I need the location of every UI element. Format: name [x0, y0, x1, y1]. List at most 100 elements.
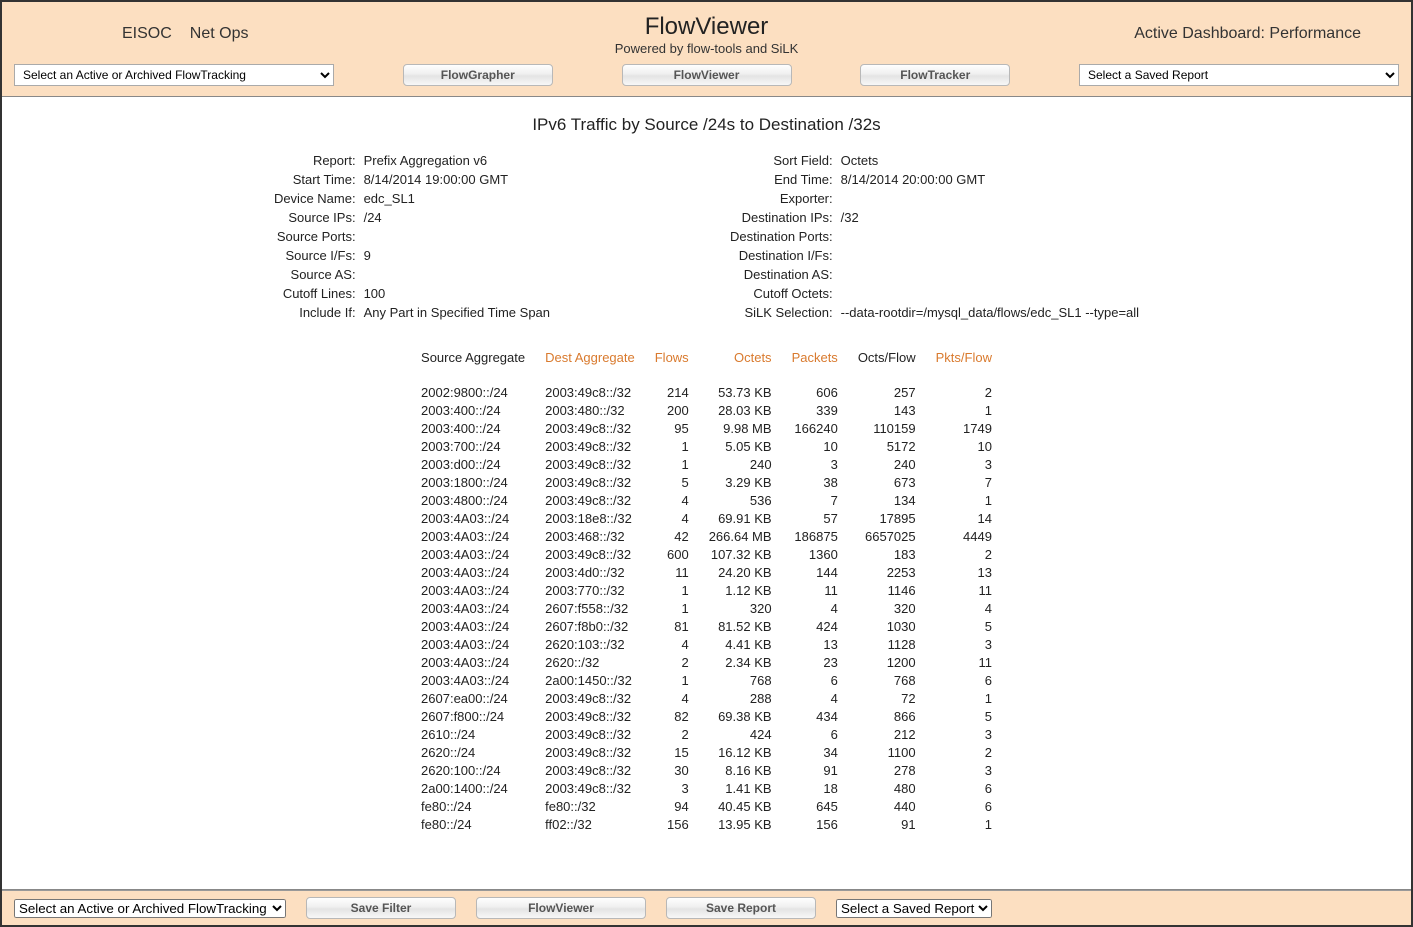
table-cell: 2607:f558::/32	[535, 599, 645, 617]
meta-value: 8/14/2014 19:00:00 GMT	[364, 172, 550, 187]
table-cell: 9.98 MB	[699, 419, 782, 437]
table-row: 2002:9800::/242003:49c8::/3221453.73 KB6…	[411, 383, 1002, 401]
report-meta: Report:Prefix Aggregation v6Start Time:8…	[32, 153, 1381, 320]
table-row: fe80::/24ff02::/3215613.95 KB156911	[411, 815, 1002, 833]
table-cell: 156	[645, 815, 699, 833]
table-cell: 5	[926, 707, 1002, 725]
column-header[interactable]: Octets	[699, 350, 782, 383]
meta-value: 9	[364, 248, 550, 263]
table-cell: 28.03 KB	[699, 401, 782, 419]
table-cell: 69.38 KB	[699, 707, 782, 725]
table-row: 2003:4A03::/242620::/3222.34 KB23120011	[411, 653, 1002, 671]
table-cell: 1	[645, 455, 699, 473]
tracking-select-top[interactable]: Select an Active or Archived FlowTrackin…	[14, 64, 334, 86]
content-scroll[interactable]: IPv6 Traffic by Source /24s to Destinati…	[2, 97, 1411, 889]
header-bar: EISOC Net Ops FlowViewer Powered by flow…	[2, 2, 1411, 58]
table-cell: 18	[782, 779, 848, 797]
table-cell: 278	[848, 761, 926, 779]
table-row: 2003:4A03::/242003:49c8::/32600107.32 KB…	[411, 545, 1002, 563]
table-cell: 94	[645, 797, 699, 815]
nav-link-eisoc[interactable]: EISOC	[122, 25, 172, 43]
save-report-button[interactable]: Save Report	[666, 897, 816, 919]
column-header[interactable]: Flows	[645, 350, 699, 383]
table-cell: 1749	[926, 419, 1002, 437]
table-cell: 69.91 KB	[699, 509, 782, 527]
table-cell: 2003:4A03::/24	[411, 563, 535, 581]
table-row: 2003:400::/242003:480::/3220028.03 KB339…	[411, 401, 1002, 419]
nav-link-netops[interactable]: Net Ops	[190, 25, 249, 43]
table-cell: 3	[782, 455, 848, 473]
table-cell: 3.29 KB	[699, 473, 782, 491]
table-cell: 1.12 KB	[699, 581, 782, 599]
meta-value	[841, 267, 1139, 282]
flowtracker-button[interactable]: FlowTracker	[860, 64, 1010, 86]
table-cell: 4	[782, 599, 848, 617]
table-cell: 53.73 KB	[699, 383, 782, 401]
table-cell: 4	[645, 635, 699, 653]
table-row: 2003:4A03::/242003:468::/3242266.64 MB18…	[411, 527, 1002, 545]
table-cell: 536	[699, 491, 782, 509]
meta-label: Source Ports:	[274, 229, 356, 244]
flowviewer-button-bottom[interactable]: FlowViewer	[476, 897, 646, 919]
table-cell: 4	[782, 689, 848, 707]
tracking-select-bottom[interactable]: Select an Active or Archived FlowTrackin…	[14, 899, 286, 918]
table-cell: 2003:49c8::/32	[535, 419, 645, 437]
report-select-top[interactable]: Select a Saved Report	[1079, 64, 1399, 86]
header-center: FlowViewer Powered by flow-tools and SiL…	[382, 13, 1031, 56]
report-select-bottom[interactable]: Select a Saved Report	[836, 899, 992, 918]
table-cell: 2003:49c8::/32	[535, 383, 645, 401]
table-cell: 2.34 KB	[699, 653, 782, 671]
flowgrapher-button[interactable]: FlowGrapher	[403, 64, 553, 86]
table-cell: 14	[926, 509, 1002, 527]
table-cell: 288	[699, 689, 782, 707]
table-cell: 3	[926, 635, 1002, 653]
table-cell: 23	[782, 653, 848, 671]
table-cell: 2003:4800::/24	[411, 491, 535, 509]
save-filter-button[interactable]: Save Filter	[306, 897, 456, 919]
meta-label: Source IPs:	[274, 210, 356, 225]
table-cell: 866	[848, 707, 926, 725]
table-cell: 2620:100::/24	[411, 761, 535, 779]
meta-label: Start Time:	[274, 172, 356, 187]
meta-value	[841, 286, 1139, 301]
table-row: 2003:4A03::/242607:f8b0::/328181.52 KB42…	[411, 617, 1002, 635]
meta-label: Device Name:	[274, 191, 356, 206]
table-cell: 2003:480::/32	[535, 401, 645, 419]
table-cell: 7	[926, 473, 1002, 491]
table-cell: 1146	[848, 581, 926, 599]
table-cell: fe80::/24	[411, 797, 535, 815]
table-cell: 6	[926, 797, 1002, 815]
table-cell: 2003:49c8::/32	[535, 455, 645, 473]
header-nav-left: EISOC Net Ops	[22, 25, 382, 43]
meta-value	[841, 248, 1139, 263]
table-cell: 5	[926, 617, 1002, 635]
table-cell: fe80::/32	[535, 797, 645, 815]
table-cell: 257	[848, 383, 926, 401]
column-header[interactable]: Packets	[782, 350, 848, 383]
table-cell: 17895	[848, 509, 926, 527]
table-cell: 2003:4A03::/24	[411, 545, 535, 563]
table-cell: 30	[645, 761, 699, 779]
table-cell: 107.32 KB	[699, 545, 782, 563]
table-cell: 4	[645, 491, 699, 509]
column-header[interactable]: Pkts/Flow	[926, 350, 1002, 383]
table-cell: 2003:4A03::/24	[411, 581, 535, 599]
flowviewer-button-top[interactable]: FlowViewer	[622, 64, 792, 86]
table-cell: 434	[782, 707, 848, 725]
dashboard-label[interactable]: Active Dashboard: Performance	[1031, 25, 1391, 43]
column-header[interactable]: Dest Aggregate	[535, 350, 645, 383]
table-cell: 1.41 KB	[699, 779, 782, 797]
table-row: 2003:4A03::/242620:103::/3244.41 KB13112…	[411, 635, 1002, 653]
table-cell: 212	[848, 725, 926, 743]
table-row: 2003:4A03::/242003:18e8::/32469.91 KB571…	[411, 509, 1002, 527]
table-cell: 2a00:1450::/32	[535, 671, 645, 689]
table-row: 2003:700::/242003:49c8::/3215.05 KB10517…	[411, 437, 1002, 455]
table-cell: 2620:103::/32	[535, 635, 645, 653]
table-cell: 2003:49c8::/32	[535, 761, 645, 779]
table-cell: ff02::/32	[535, 815, 645, 833]
table-cell: 4449	[926, 527, 1002, 545]
table-header-row: Source AggregateDest AggregateFlowsOctet…	[411, 350, 1002, 383]
meta-label: Sort Field:	[730, 153, 833, 168]
table-body: 2002:9800::/242003:49c8::/3221453.73 KB6…	[411, 383, 1002, 833]
column-header: Source Aggregate	[411, 350, 535, 383]
